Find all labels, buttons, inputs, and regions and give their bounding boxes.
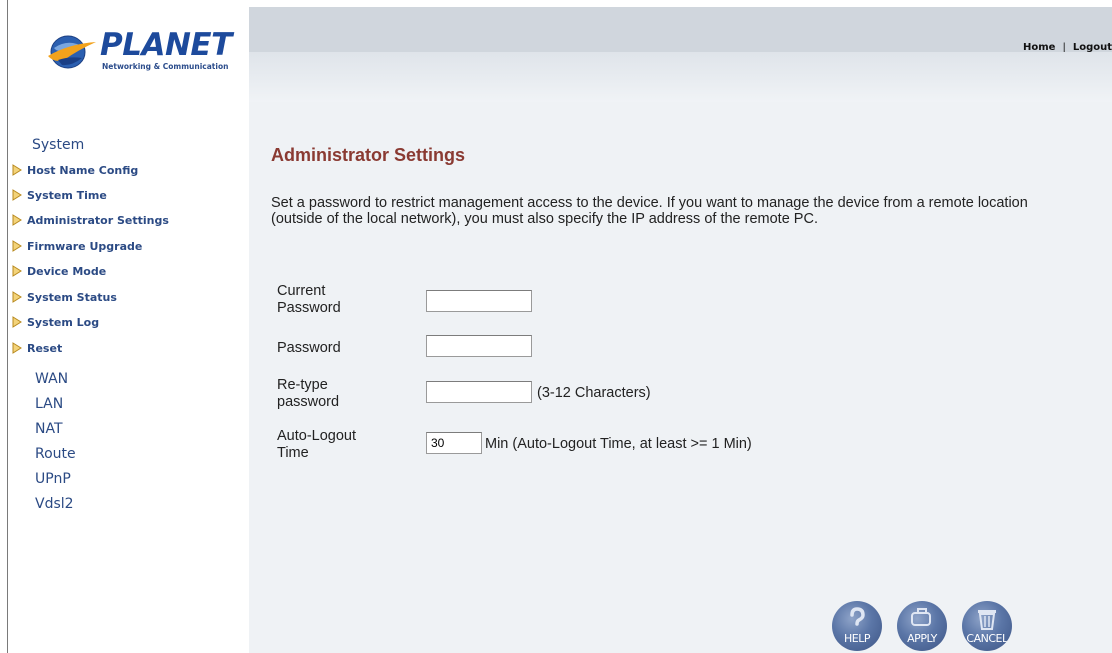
retype-password-input[interactable] [426, 381, 532, 403]
cancel-button[interactable]: CANCEL [962, 601, 1012, 651]
arrow-right-icon [10, 164, 22, 176]
help-label: HELP [844, 632, 870, 645]
nav-vdsl2[interactable]: Vdsl2 [35, 495, 74, 513]
current-password-input[interactable] [426, 290, 532, 312]
password-label: Password [277, 340, 341, 356]
main-content [249, 102, 1112, 653]
page-title: Administrator Settings [271, 145, 466, 165]
nav-nat[interactable]: NAT [35, 420, 63, 438]
arrow-right-icon [10, 189, 22, 201]
arrow-right-icon [10, 214, 22, 226]
nav-device-mode[interactable]: Device Mode [8, 261, 106, 281]
cancel-label: CANCEL [966, 632, 1008, 645]
retype-password-label: Re-type password [277, 377, 340, 410]
apply-button[interactable]: APPLY [897, 601, 947, 651]
nav-reset[interactable]: Reset [8, 338, 62, 358]
arrow-right-icon [10, 342, 22, 354]
brand-name: PLANET [100, 27, 232, 63]
nav-host-name-config[interactable]: Host Name Config [8, 160, 138, 180]
nav-item-label: System Status [27, 290, 117, 304]
nav-system-status[interactable]: System Status [8, 287, 117, 307]
nav-upnp[interactable]: UPnP [35, 470, 71, 488]
globe-icon [48, 35, 96, 69]
nav-firmware-upgrade[interactable]: Firmware Upgrade [8, 236, 142, 256]
autologout-hint: Min (Auto-Logout Time, at least >= 1 Min… [485, 436, 752, 452]
nav-item-label: Host Name Config [27, 163, 139, 177]
help-button[interactable]: HELP [832, 601, 882, 651]
brand-tagline: Networking & Communication [102, 62, 229, 71]
page-description: Set a password to restrict management ac… [271, 195, 1028, 227]
nav-route[interactable]: Route [35, 445, 76, 463]
nav-system-time[interactable]: System Time [8, 185, 107, 205]
password-input[interactable] [426, 335, 532, 357]
nav-item-label: System Time [27, 188, 107, 202]
trash-icon [978, 610, 996, 630]
nav-administrator-settings[interactable]: Administrator Settings [8, 210, 169, 230]
nav-lan[interactable]: LAN [35, 395, 63, 413]
arrow-right-icon [10, 240, 22, 252]
retype-password-hint: (3-12 Characters) [537, 385, 651, 401]
sidebar: PLANET Networking & Communication System… [8, 0, 249, 653]
logo: PLANET Networking & Communication [44, 26, 232, 76]
nav-item-label: System Log [27, 315, 100, 329]
nav-item-label: Device Mode [27, 264, 107, 278]
arrow-right-icon [10, 265, 22, 277]
nav-item-label: Administrator Settings [27, 213, 169, 227]
arrow-right-icon [10, 291, 22, 303]
nav-system[interactable]: System [32, 136, 84, 154]
header-gradient [249, 52, 1112, 102]
nav-item-label: Reset [27, 341, 63, 355]
nav-wan[interactable]: WAN [35, 370, 68, 388]
current-password-label: Current Password [277, 283, 341, 316]
arrow-right-icon [10, 316, 22, 328]
question-icon [850, 607, 865, 626]
autologout-label: Auto-Logout Time [277, 428, 357, 461]
nav-system-log[interactable]: System Log [8, 312, 99, 332]
autologout-input[interactable] [426, 432, 482, 454]
top-banner: Home | Logout [249, 7, 1112, 53]
nav-item-label: Firmware Upgrade [27, 239, 143, 253]
apply-label: APPLY [907, 632, 937, 645]
disk-icon [911, 608, 931, 626]
